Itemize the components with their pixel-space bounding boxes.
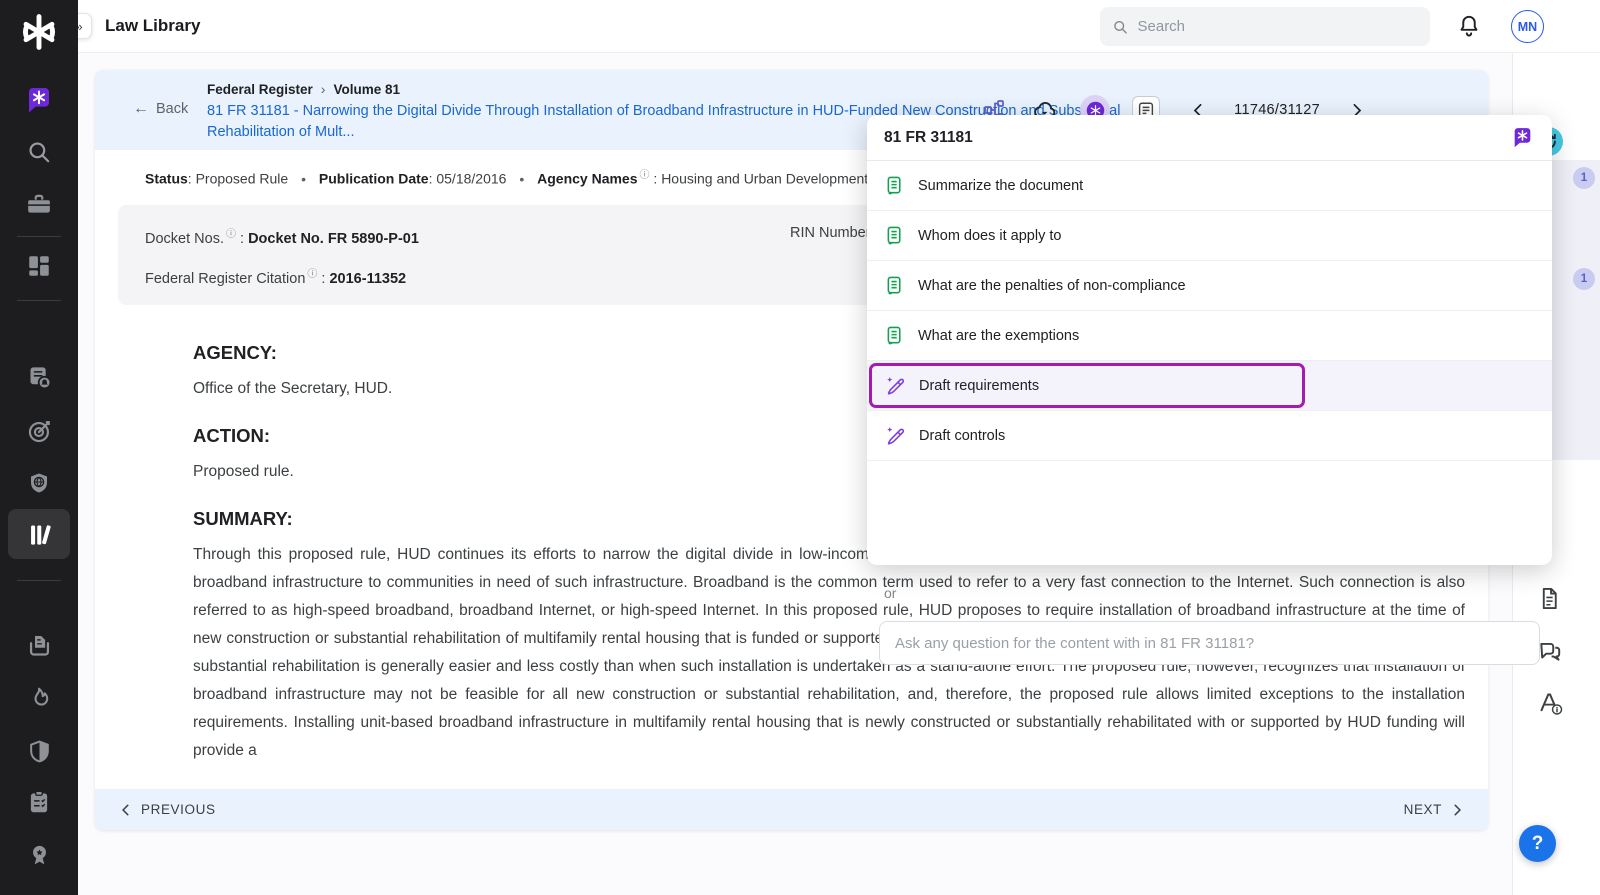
search-icon (26, 139, 52, 165)
flame-icon (26, 686, 52, 712)
top-bar: » Law Library MN (78, 0, 1600, 53)
menu-item-draft-controls[interactable]: Draft controls (867, 411, 1552, 461)
count-badge: 1 (1573, 268, 1595, 290)
law-library-icon (26, 521, 53, 548)
document-icon (1537, 586, 1562, 611)
citation-field: Federal Register Citationⓘ : 2016-11352 (145, 265, 406, 287)
menu-item-whom-apply[interactable]: Whom does it apply to (867, 211, 1552, 261)
shield-globe-icon (27, 471, 51, 495)
draft-sparkle-icon (884, 425, 906, 447)
chevron-right-icon (1450, 803, 1464, 817)
menu-item-penalties[interactable]: What are the penalties of non-compliance (867, 261, 1552, 311)
document-question-icon (884, 275, 905, 296)
search-input[interactable] (1138, 18, 1419, 35)
breadcrumb: Federal Register › Volume 81 (207, 81, 400, 97)
bell-icon (1456, 13, 1482, 39)
sidebar-item-certifications[interactable] (0, 833, 78, 877)
definitions-panel-button[interactable] (1537, 690, 1565, 718)
info-icon: ⓘ (640, 170, 650, 181)
docket-field: Docket Nos.ⓘ : Docket No. FR 5890-P-01 (145, 225, 419, 247)
document-question-icon (884, 225, 905, 246)
popup-title: 81 FR 31181 (884, 129, 973, 147)
sidebar-item-law-library[interactable] (0, 512, 78, 556)
publication-date-value: 05/18/2016 (436, 171, 506, 187)
side-panel-strip (1552, 160, 1600, 460)
draft-sparkle-icon (884, 375, 906, 397)
breadcrumb-volume[interactable]: Volume 81 (333, 82, 400, 97)
breadcrumb-federal-register[interactable]: Federal Register (207, 82, 313, 97)
document-question-icon (884, 175, 905, 196)
chat-icon (1537, 638, 1563, 664)
sidebar-item-security[interactable] (0, 729, 78, 773)
previous-page-button[interactable]: PREVIOUS (119, 802, 216, 817)
sidebar-item-ai-assistant[interactable] (0, 78, 78, 122)
next-page-button[interactable]: NEXT (1404, 802, 1464, 817)
document-pager: PREVIOUS NEXT (95, 789, 1488, 830)
chevron-left-icon (119, 803, 133, 817)
sidebar-divider (17, 236, 61, 237)
sidebar-divider (17, 300, 61, 301)
back-button[interactable]: ← Back (133, 100, 188, 118)
sidebar-item-objectives[interactable] (0, 409, 78, 453)
left-sidebar (0, 0, 78, 895)
award-icon (27, 843, 52, 868)
sidebar-item-risk[interactable] (0, 677, 78, 721)
sidebar-item-contract-alerts[interactable] (0, 355, 78, 399)
app-logo (0, 6, 78, 58)
status-value: Proposed Rule (196, 171, 289, 187)
count-badge: 1 (1573, 167, 1595, 189)
chevron-right-icon: › (321, 81, 326, 97)
sidebar-divider (17, 580, 61, 581)
docket-value: Docket No. FR 5890-P-01 (248, 231, 419, 247)
sidebar-item-filings[interactable] (0, 623, 78, 667)
rin-field: RIN Number (790, 225, 871, 241)
sidebar-item-regulations[interactable] (0, 461, 78, 505)
dashboard-icon (26, 253, 52, 279)
ai-assistant-icon (1510, 125, 1535, 150)
notifications-button[interactable] (1456, 13, 1482, 39)
ai-assistant-icon (23, 84, 55, 116)
contract-alert-icon (26, 364, 53, 391)
agency-names-value: Housing and Urban Development (661, 171, 868, 187)
sidebar-item-search[interactable] (0, 130, 78, 174)
menu-item-draft-requirements[interactable]: Draft requirements (867, 361, 1552, 411)
ask-question-input[interactable] (879, 621, 1540, 665)
ai-actions-popup: 81 FR 31181 Summarize the document Whom … (867, 115, 1552, 565)
letter-info-icon (1537, 690, 1564, 717)
help-button[interactable]: ? (1519, 825, 1556, 862)
document-question-icon (884, 325, 905, 346)
shield-icon (27, 739, 52, 764)
search-icon (1112, 18, 1129, 36)
menu-item-summarize[interactable]: Summarize the document (867, 161, 1552, 211)
user-avatar[interactable]: MN (1511, 10, 1544, 43)
sidebar-item-dashboard[interactable] (0, 244, 78, 288)
clipboard-check-icon (26, 789, 52, 815)
target-icon (26, 418, 53, 445)
comments-panel-button[interactable] (1537, 638, 1565, 666)
page-title: Law Library (105, 16, 200, 36)
briefcase-icon (26, 191, 52, 217)
info-icon: ⓘ (226, 229, 236, 240)
popup-header: 81 FR 31181 (867, 115, 1552, 161)
or-label: or (884, 585, 896, 601)
status-row: Status: Proposed Rule • Publication Date… (145, 166, 868, 187)
arrow-left-icon: ← (133, 100, 149, 118)
global-search[interactable] (1100, 7, 1430, 46)
citation-value: 2016-11352 (329, 271, 406, 287)
menu-item-exemptions[interactable]: What are the exemptions (867, 311, 1552, 361)
document-panel-button[interactable] (1537, 586, 1565, 614)
info-icon: ⓘ (307, 269, 317, 280)
sidebar-item-assessments[interactable] (0, 780, 78, 824)
sidebar-item-briefcase[interactable] (0, 182, 78, 226)
document-tray-icon (26, 632, 53, 659)
